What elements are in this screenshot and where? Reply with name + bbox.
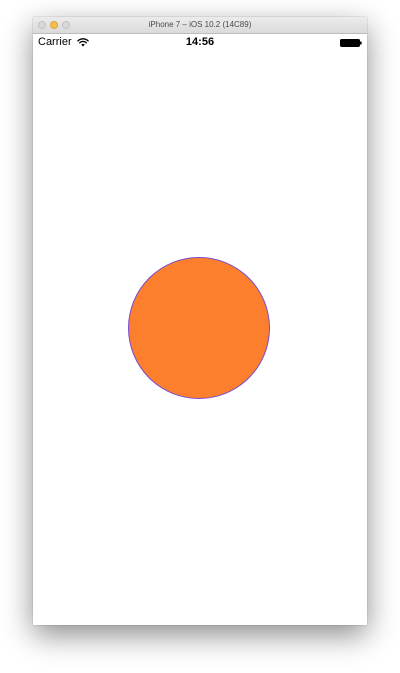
device-screen[interactable]: Carrier 14:56: [33, 34, 367, 625]
window-title: iPhone 7 – iOS 10.2 (14C89): [148, 20, 252, 29]
simulator-window: iPhone 7 – iOS 10.2 (14C89) Carrier 14:5…: [33, 17, 367, 625]
window-titlebar[interactable]: iPhone 7 – iOS 10.2 (14C89): [33, 17, 367, 34]
status-bar: Carrier 14:56: [33, 34, 367, 51]
battery-icon: [340, 39, 362, 47]
status-time: 14:56: [185, 36, 215, 48]
orange-circle[interactable]: [128, 257, 270, 399]
